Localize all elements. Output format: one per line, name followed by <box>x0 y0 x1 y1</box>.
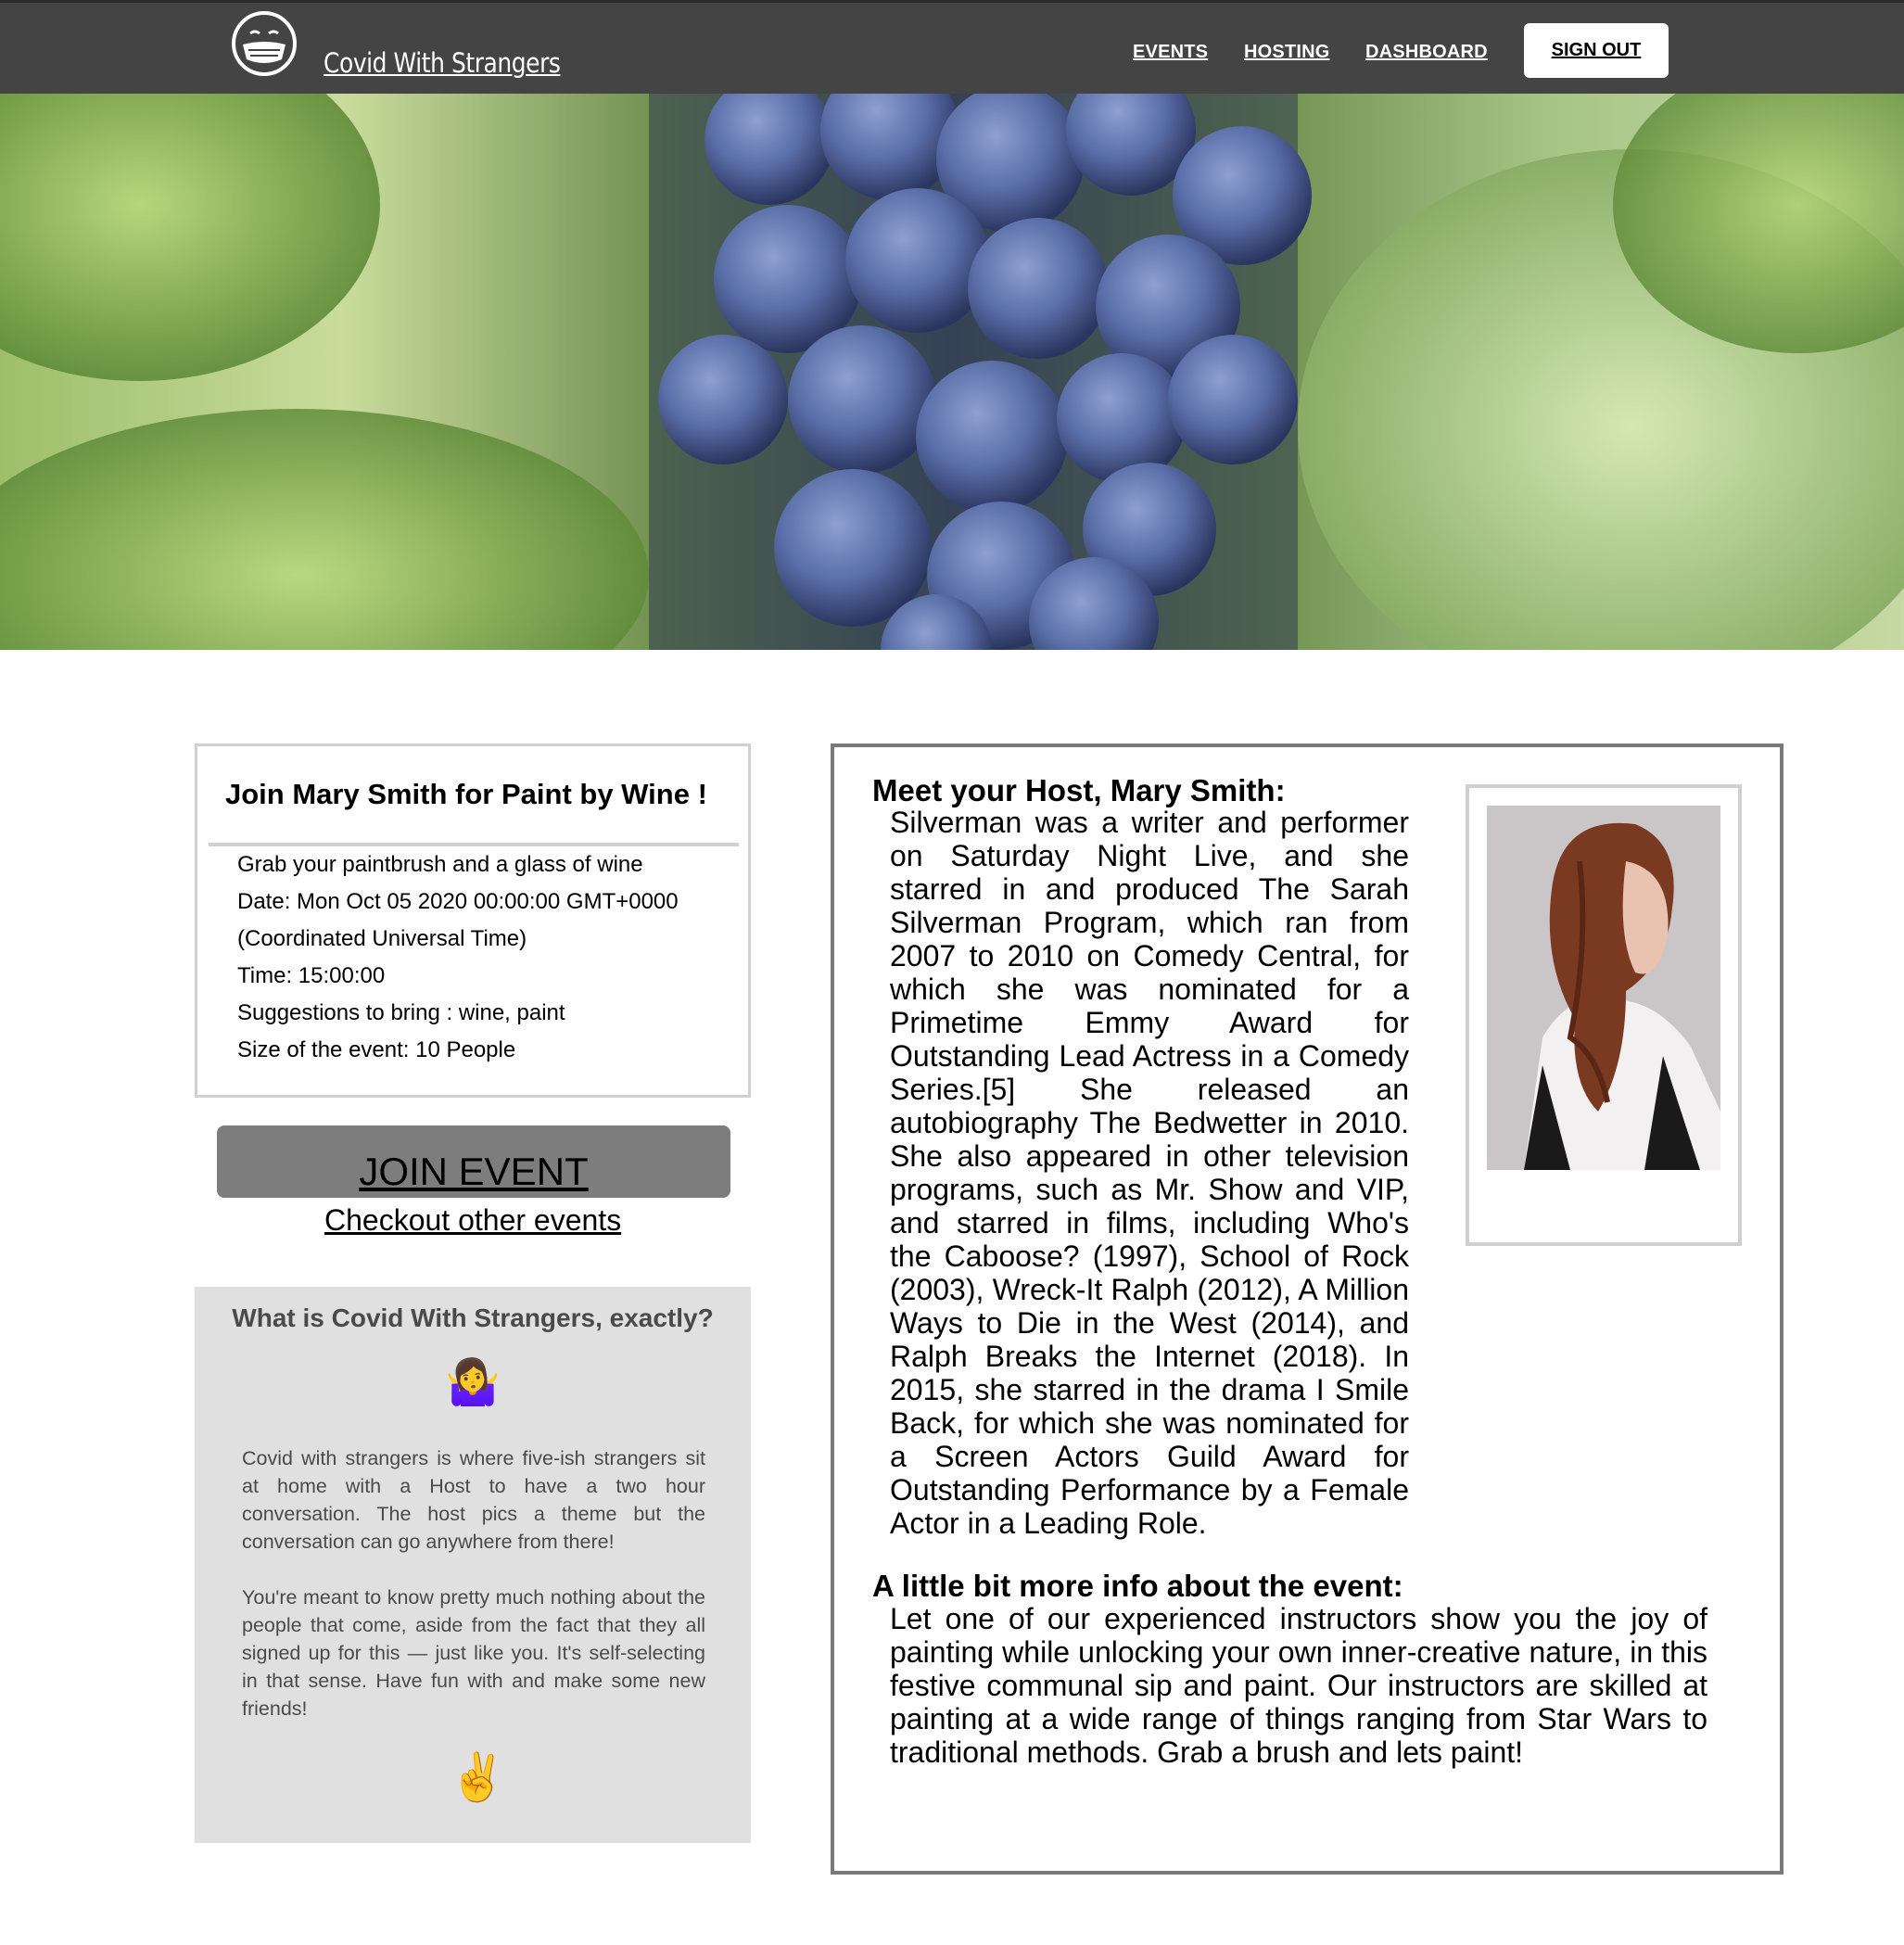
event-info-text: Let one of our experienced instructors s… <box>890 1602 1707 1769</box>
masked-face-logo-icon[interactable] <box>230 9 298 78</box>
grapes-illustration <box>0 94 1904 650</box>
nav-events-link[interactable]: EVENTS <box>1133 42 1208 63</box>
peace-hand-emoji-icon: ✌️ <box>449 1751 507 1803</box>
event-info-heading: A little bit more info about the event: <box>872 1569 1403 1603</box>
join-event-button[interactable]: JOIN EVENT <box>217 1125 730 1198</box>
join-event-label: JOIN EVENT <box>359 1150 589 1193</box>
about-paragraph-1: Covid with strangers is where five-ish s… <box>242 1447 705 1553</box>
event-time: Time: 15:00:00 <box>237 963 386 988</box>
event-description: Grab your paintbrush and a glass of wine <box>237 852 643 877</box>
event-suggestions: Suggestions to bring : wine, paint <box>237 1000 565 1025</box>
event-date: Date: Mon Oct 05 2020 00:00:00 GMT+0000 <box>237 889 679 914</box>
event-title: Join Mary Smith for Paint by Wine ! <box>225 778 707 810</box>
event-date-timezone: (Coordinated Universal Time) <box>237 926 527 951</box>
top-navbar: Covid With Strangers EVENTS HOSTING DASH… <box>0 0 1904 94</box>
checkout-other-events-link[interactable]: Checkout other events <box>324 1203 621 1238</box>
event-details-card: Join Mary Smith for Paint by Wine ! Grab… <box>195 744 751 1098</box>
divider <box>209 843 739 846</box>
about-title: What is Covid With Strangers, exactly? <box>232 1303 714 1332</box>
sign-out-button[interactable]: SIGN OUT <box>1524 23 1669 78</box>
host-bio: Silverman was a writer and performer on … <box>890 806 1409 1540</box>
shrug-emoji-icon: 🤷‍♀️ <box>445 1358 501 1407</box>
host-heading: Meet your Host, Mary Smith: <box>872 773 1286 807</box>
about-info-box: What is Covid With Strangers, exactly? 🤷… <box>195 1287 751 1843</box>
about-paragraph-2: You're meant to know pretty much nothing… <box>242 1586 705 1720</box>
hero-grapes-image <box>0 94 1904 650</box>
host-portrait-image <box>1487 806 1720 1170</box>
event-size: Size of the event: 10 People <box>237 1037 516 1062</box>
brand-name[interactable]: Covid With Strangers <box>324 47 561 79</box>
host-photo <box>1487 806 1720 1170</box>
nav-dashboard-link[interactable]: DASHBOARD <box>1365 42 1488 63</box>
nav-hosting-link[interactable]: HOSTING <box>1244 42 1330 63</box>
